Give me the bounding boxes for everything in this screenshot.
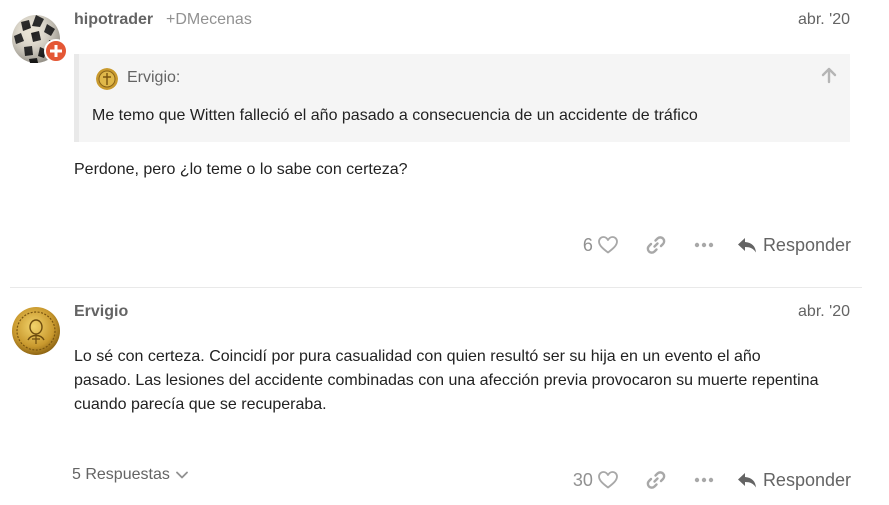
reply-label: Responder xyxy=(762,469,851,490)
plus-icon xyxy=(50,45,62,57)
post-actions: 30 Responder xyxy=(573,465,851,495)
post-actions: 6 Responder xyxy=(583,230,851,260)
ellipsis-icon[interactable] xyxy=(693,234,715,256)
post-ervigio: Ervigio abr. '20 Lo sé con certeza. Coin… xyxy=(0,288,889,505)
reply-icon xyxy=(737,238,756,253)
post-date[interactable]: abr. '20 xyxy=(798,11,850,29)
reply-button[interactable]: Responder xyxy=(737,235,851,256)
reply-button[interactable]: Responder xyxy=(737,470,851,491)
quote-author: Ervigio: xyxy=(127,69,181,86)
username[interactable]: hipotrader xyxy=(74,11,153,29)
user-avatar[interactable] xyxy=(11,306,61,356)
post-hipotrader: hipotrader +DMecenas abr. '20 Ervigio: M… xyxy=(0,0,889,287)
show-replies-button[interactable]: 5 Respuestas xyxy=(72,466,188,484)
chevron-down-icon xyxy=(175,471,188,479)
replies-label: 5 Respuestas xyxy=(72,466,170,483)
username[interactable]: Ervigio xyxy=(74,303,128,321)
ellipsis-icon[interactable] xyxy=(693,469,715,491)
link-icon[interactable] xyxy=(645,234,667,256)
post-body: Lo sé con certeza. Coincidí por pura cas… xyxy=(74,348,819,413)
like-count[interactable]: 6 xyxy=(583,235,593,256)
like-count[interactable]: 30 xyxy=(573,470,593,491)
heart-icon[interactable] xyxy=(597,469,619,491)
heart-icon[interactable] xyxy=(597,234,619,256)
reply-icon xyxy=(737,473,756,488)
reply-label: Responder xyxy=(762,234,851,255)
group-name[interactable]: +DMecenas xyxy=(166,11,252,29)
post-body: Perdone, pero ¿lo teme o lo sabe con cer… xyxy=(74,161,408,178)
link-icon[interactable] xyxy=(645,469,667,491)
quote-text: Me temo que Witten falleció el año pasad… xyxy=(92,107,698,124)
quote-block: Ervigio: Me temo que Witten falleció el … xyxy=(74,54,850,142)
arrow-up-icon[interactable] xyxy=(820,66,838,84)
post-date[interactable]: abr. '20 xyxy=(798,303,850,321)
quote-avatar xyxy=(96,68,118,90)
group-flair xyxy=(44,39,68,63)
